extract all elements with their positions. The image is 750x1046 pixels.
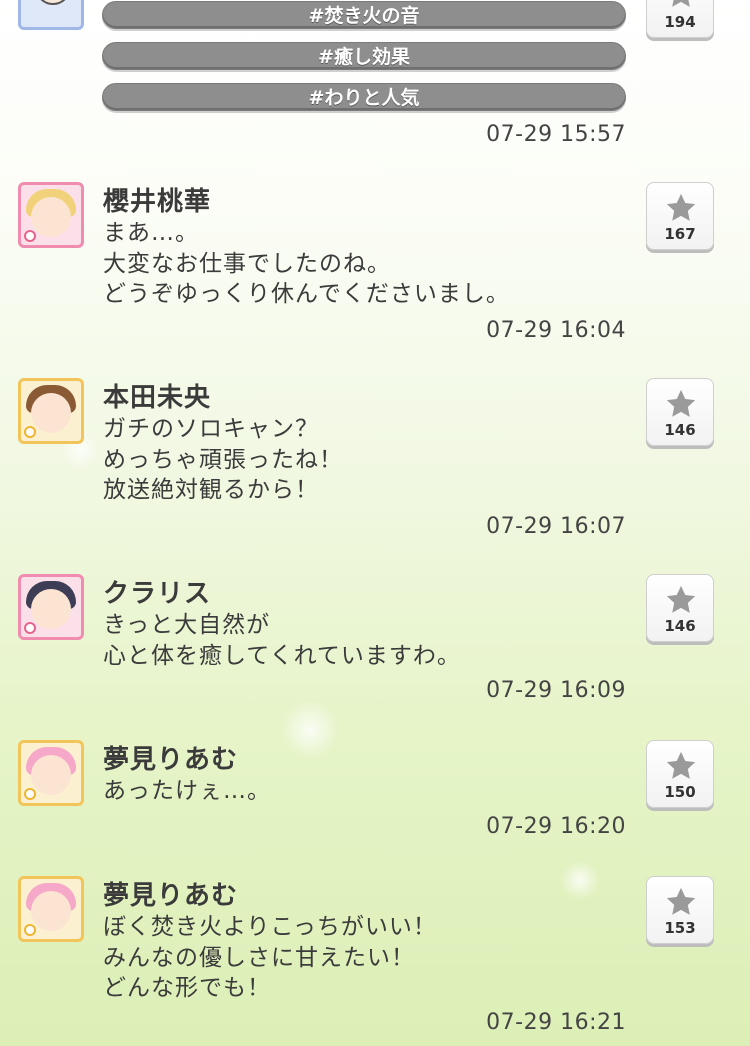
post-message: ぼく焚き火よりこっちがいい！ みんなの優しさに甘えたい！ どんな形でも！	[103, 914, 437, 1001]
like-count: 146	[664, 617, 696, 635]
star-icon	[666, 887, 696, 915]
poster-name: クラリス	[103, 579, 212, 609]
star-icon	[666, 389, 696, 417]
like-count: 150	[664, 783, 696, 801]
poster-name: 櫻井桃華	[103, 187, 212, 217]
avatar[interactable]	[18, 0, 84, 30]
star-icon	[666, 751, 696, 779]
star-icon	[666, 193, 696, 221]
like-button[interactable]: 167	[646, 182, 714, 250]
like-button[interactable]: 153	[646, 876, 714, 944]
avatar[interactable]	[18, 740, 84, 806]
like-button[interactable]: 194	[646, 0, 714, 38]
poster-name: 夢見りあむ	[103, 745, 239, 775]
poster-name: 本田未央	[103, 383, 212, 413]
avatar[interactable]	[18, 182, 84, 248]
like-count: 194	[664, 13, 696, 31]
avatar[interactable]	[18, 378, 84, 444]
like-button[interactable]: 150	[646, 740, 714, 808]
post-timestamp: 07-29 16:07	[486, 514, 626, 539]
avatar[interactable]	[18, 876, 84, 942]
post-timestamp: 07-29 16:21	[486, 1010, 626, 1035]
post-message: あったけぇ…。	[103, 778, 271, 804]
like-count: 146	[664, 421, 696, 439]
like-button[interactable]: 146	[646, 574, 714, 642]
star-icon	[666, 585, 696, 613]
hashtag-button[interactable]: #癒し効果	[102, 42, 626, 70]
like-count: 167	[664, 225, 696, 243]
post-timestamp: 07-29 16:20	[486, 814, 626, 839]
post-timestamp: 07-29 15:57	[486, 122, 626, 147]
hashtag-button[interactable]: #焚き火の音	[102, 1, 626, 29]
post-timestamp: 07-29 16:09	[486, 678, 626, 703]
post-message: ガチのソロキャン？ めっちゃ頑張ったね！ 放送絶対観るから！	[103, 416, 343, 503]
hashtag-button[interactable]: #わりと人気	[102, 83, 626, 111]
sparkle-decoration	[280, 700, 340, 760]
post-message: まあ…。 大変なお仕事でしたのね。 どうぞゆっくり休んでくださいまし。	[103, 220, 510, 307]
post-timestamp: 07-29 16:04	[486, 318, 626, 343]
poster-name: 夢見りあむ	[103, 881, 239, 911]
post-message: きっと大自然が 心と体を癒してくれていますわ。	[103, 612, 461, 669]
avatar[interactable]	[18, 574, 84, 640]
sparkle-decoration	[560, 860, 600, 900]
like-count: 153	[664, 919, 696, 937]
like-button[interactable]: 146	[646, 378, 714, 446]
star-icon	[672, 0, 690, 7]
